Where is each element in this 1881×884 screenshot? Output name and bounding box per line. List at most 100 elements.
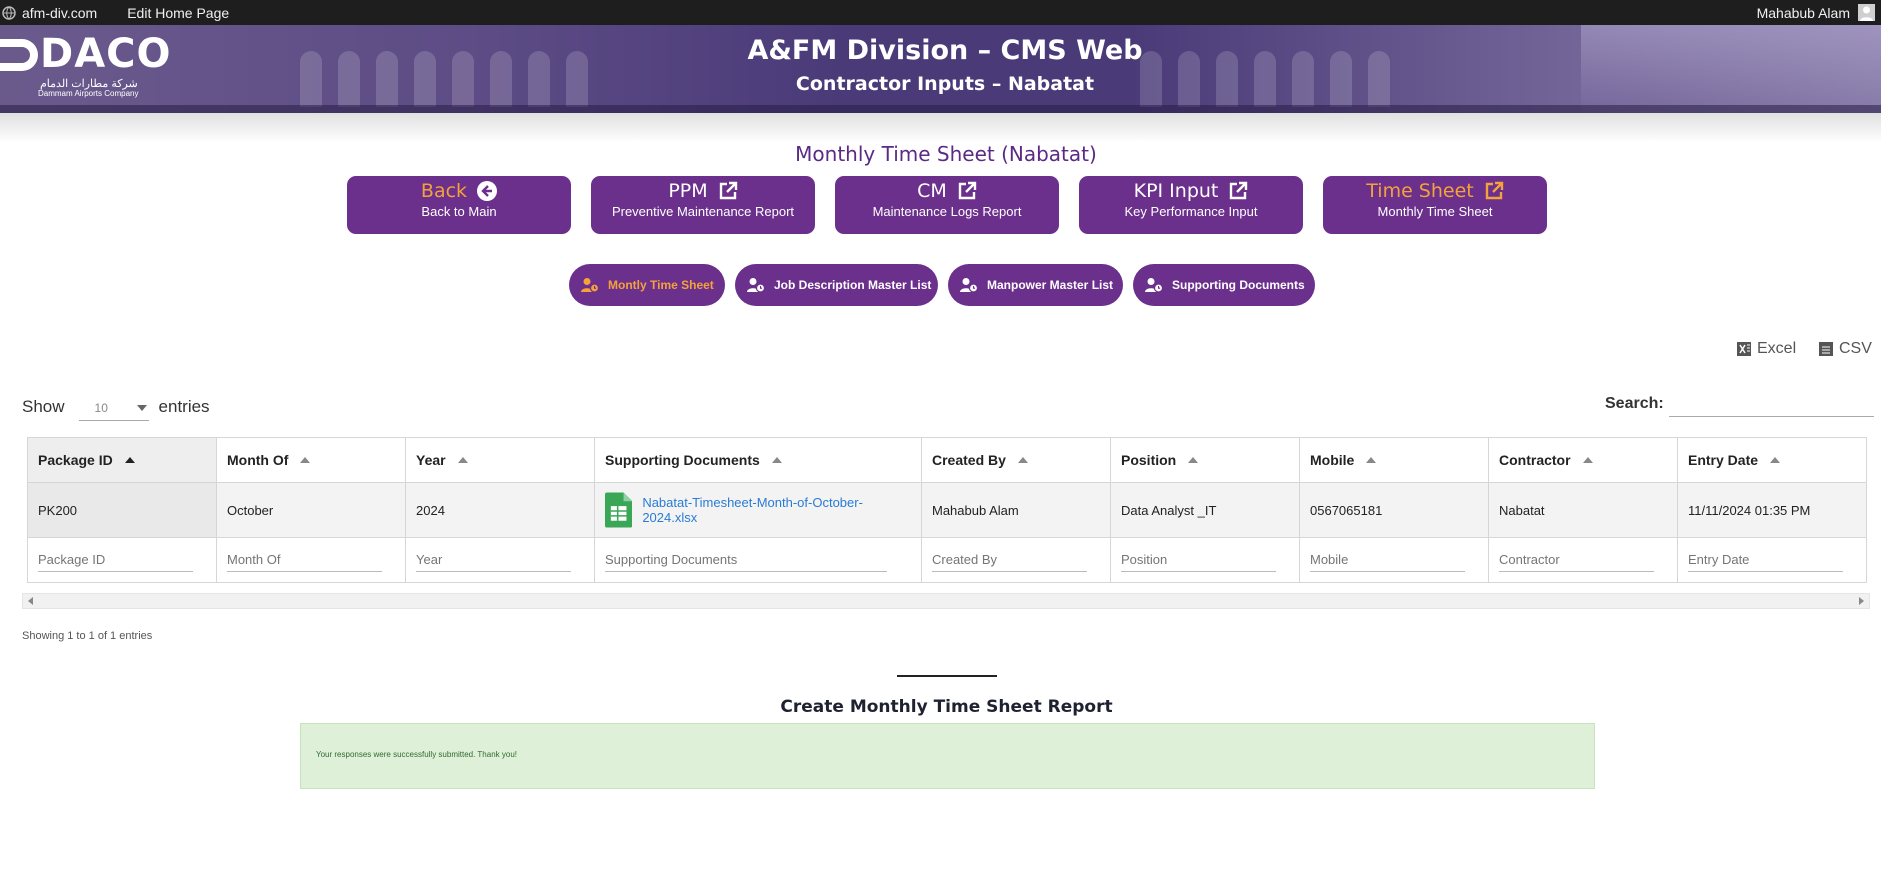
- filter-created-by-input[interactable]: [932, 548, 1087, 572]
- horizontal-scrollbar[interactable]: [22, 593, 1870, 609]
- back-button-subtitle: Back to Main: [421, 204, 497, 219]
- kpi-input-button-subtitle: Key Performance Input: [1124, 204, 1258, 219]
- table-filter-row: [27, 537, 1867, 583]
- filter-cell: [1677, 537, 1867, 583]
- sort-up-icon: [1582, 457, 1593, 463]
- sort-up-icon: [457, 457, 468, 463]
- cell-month-of: October: [216, 482, 406, 538]
- filter-cell: [405, 537, 595, 583]
- time-sheet-button[interactable]: Time Sheet Monthly Time Sheet: [1323, 176, 1547, 234]
- tab-label: Montly Time Sheet: [608, 278, 714, 292]
- sort-up-icon: [124, 457, 135, 463]
- filter-cell: [216, 537, 406, 583]
- banner-ground: [0, 105, 1881, 113]
- cm-button-title: CM: [917, 180, 947, 202]
- user-account-menu[interactable]: Mahabub Alam: [1757, 0, 1875, 25]
- table-header-row: Package ID Month Of Year Supporting Docu…: [27, 437, 1867, 483]
- filter-month-of-input[interactable]: [227, 548, 382, 572]
- user-clock-icon: [1145, 278, 1163, 293]
- sort-up-icon: [1188, 457, 1199, 463]
- cm-button-subtitle: Maintenance Logs Report: [872, 204, 1022, 219]
- external-link-icon: [1230, 181, 1248, 200]
- back-button[interactable]: Back Back to Main: [347, 176, 571, 234]
- csv-label: CSV: [1839, 340, 1872, 357]
- scroll-left-icon[interactable]: [28, 597, 33, 605]
- success-message: Your responses were successfully submitt…: [300, 723, 1595, 789]
- column-header-mobile[interactable]: Mobile: [1299, 437, 1489, 483]
- avatar: [1858, 4, 1875, 21]
- tab-supporting-documents[interactable]: Supporting Documents: [1133, 264, 1315, 306]
- ppm-button-title: PPM: [668, 180, 708, 202]
- document-download-link[interactable]: Nabatat-Timesheet-Month-of-October-2024.…: [642, 495, 911, 525]
- column-header-position[interactable]: Position: [1110, 437, 1300, 483]
- time-sheet-button-subtitle: Monthly Time Sheet: [1377, 204, 1493, 219]
- scroll-right-icon[interactable]: [1859, 597, 1864, 605]
- entries-per-page-select[interactable]: 10: [78, 393, 149, 421]
- table-search: Search:: [1605, 391, 1874, 417]
- banner-subtitle: Contractor Inputs – Nabatat: [795, 73, 1095, 95]
- kpi-input-button[interactable]: KPI Input Key Performance Input: [1079, 176, 1303, 234]
- admin-bar: afm-div.com Edit Home Page Mahabub Alam: [0, 0, 1881, 25]
- external-link-icon: [958, 181, 977, 200]
- filter-supporting-documents-input[interactable]: [605, 548, 887, 572]
- external-link-icon: [1485, 181, 1503, 200]
- filter-position-input[interactable]: [1121, 548, 1276, 572]
- filter-mobile-input[interactable]: [1310, 548, 1465, 572]
- cell-contractor: Nabatat: [1488, 482, 1678, 538]
- column-header-package-id[interactable]: Package ID: [27, 437, 217, 483]
- spreadsheet-file-icon: [605, 492, 633, 528]
- filter-cell: [1488, 537, 1678, 583]
- tab-montly-time-sheet[interactable]: Montly Time Sheet: [569, 264, 725, 306]
- sort-up-icon: [771, 457, 782, 463]
- column-header-year[interactable]: Year: [405, 437, 595, 483]
- back-button-title: Back: [420, 180, 468, 202]
- user-clock-icon: [747, 278, 765, 293]
- excel-file-icon: [1737, 342, 1751, 356]
- ppm-button[interactable]: PPM Preventive Maintenance Report: [591, 176, 815, 234]
- search-input[interactable]: [1668, 391, 1874, 417]
- filter-package-id-input[interactable]: [38, 548, 193, 572]
- column-header-label: Position: [1121, 452, 1177, 468]
- cell-year: 2024: [405, 482, 595, 538]
- cell-supporting-documents: Nabatat-Timesheet-Month-of-October-2024.…: [594, 482, 922, 538]
- column-header-supporting-documents[interactable]: Supporting Documents: [594, 437, 922, 483]
- banner-title: A&FM Division – CMS Web: [747, 35, 1143, 66]
- column-header-month-of[interactable]: Month Of: [216, 437, 406, 483]
- time-sheet-table: Package ID Month Of Year Supporting Docu…: [27, 437, 1867, 583]
- column-header-label: Entry Date: [1688, 452, 1759, 468]
- site-icon: [2, 5, 16, 20]
- column-header-created-by[interactable]: Created By: [921, 437, 1111, 483]
- site-name-link[interactable]: afm-div.com: [2, 5, 97, 21]
- tab-manpower-master-list[interactable]: Manpower Master List: [948, 264, 1123, 306]
- filter-year-input[interactable]: [416, 548, 571, 572]
- column-header-label: Supporting Documents: [605, 452, 760, 468]
- excel-export-button[interactable]: Excel: [1736, 340, 1796, 358]
- entries-per-page-value: 10: [94, 401, 108, 415]
- table-info: Showing 1 to 1 of 1 entries: [22, 630, 153, 642]
- cm-button[interactable]: CM Maintenance Logs Report: [835, 176, 1059, 234]
- filter-cell: [1299, 537, 1489, 583]
- sort-up-icon: [1017, 457, 1028, 463]
- column-header-entry-date[interactable]: Entry Date: [1677, 437, 1867, 483]
- excel-label: Excel: [1757, 340, 1797, 357]
- filter-entry-date-input[interactable]: [1688, 548, 1843, 572]
- user-clock-icon: [960, 278, 978, 293]
- cell-position: Data Analyst _IT: [1110, 482, 1300, 538]
- filter-contractor-input[interactable]: [1499, 548, 1654, 572]
- column-header-contractor[interactable]: Contractor: [1488, 437, 1678, 483]
- cell-package-id: PK200: [27, 482, 217, 538]
- tab-job-description-master-list[interactable]: Job Description Master List: [735, 264, 938, 306]
- sort-up-icon: [300, 457, 311, 463]
- search-label: Search:: [1605, 395, 1664, 412]
- external-link-icon: [719, 181, 737, 200]
- column-header-label: Month Of: [227, 452, 289, 468]
- edit-home-page-link[interactable]: Edit Home Page: [127, 5, 229, 21]
- column-header-label: Year: [416, 452, 446, 468]
- tab-label: Manpower Master List: [987, 278, 1114, 292]
- user-name: Mahabub Alam: [1756, 4, 1850, 21]
- create-report-title: Create Monthly Time Sheet Report: [780, 697, 1113, 717]
- filter-cell: [1110, 537, 1300, 583]
- csv-export-button[interactable]: CSV: [1818, 340, 1872, 358]
- tab-label: Job Description Master List: [774, 278, 932, 292]
- section-divider: [897, 675, 997, 677]
